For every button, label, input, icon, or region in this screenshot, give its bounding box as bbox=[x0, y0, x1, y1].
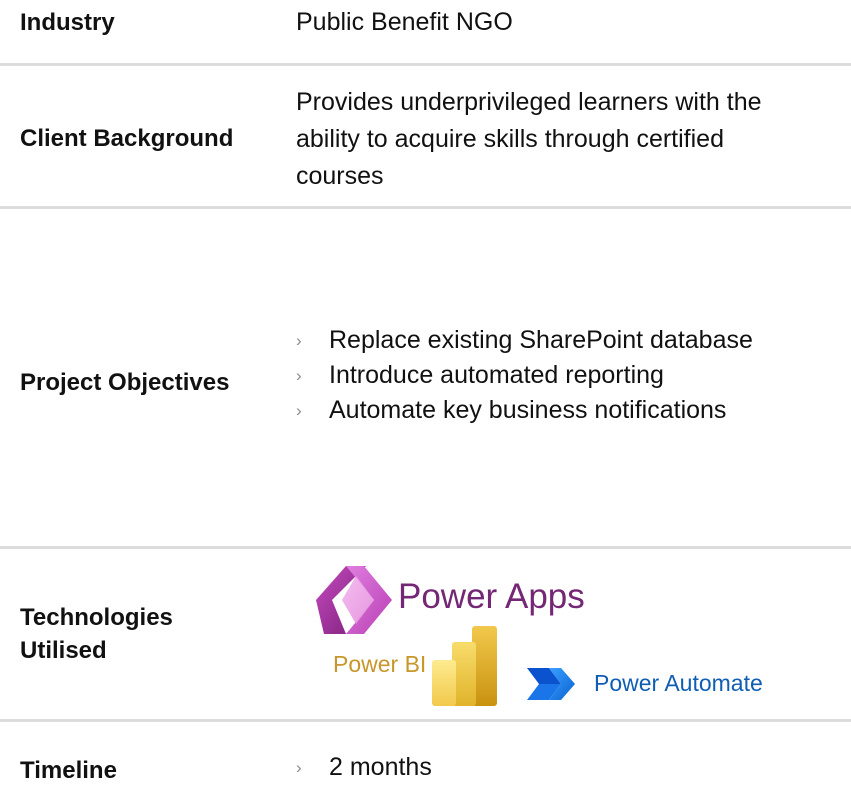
client-background-line: ability to acquire skills through certif… bbox=[296, 125, 724, 153]
power-automate-text: Power Automate bbox=[594, 670, 763, 696]
list-item: › Automate key business notifications bbox=[296, 393, 753, 428]
industry-label: Industry bbox=[20, 9, 115, 36]
list-item: › Replace existing SharePoint database bbox=[296, 323, 753, 358]
power-bi-text: Power BI bbox=[333, 651, 427, 677]
client-background-line: Provides underprivileged learners with t… bbox=[296, 88, 762, 116]
power-automate-icon bbox=[527, 668, 575, 700]
project-objectives-label: Project Objectives bbox=[20, 369, 230, 396]
divider bbox=[0, 206, 851, 209]
client-background-line: courses bbox=[296, 162, 384, 190]
technologies-label-line: Technologies bbox=[20, 604, 173, 631]
chevron-right-icon: › bbox=[296, 758, 302, 777]
divider bbox=[0, 719, 851, 722]
objective-text: Introduce automated reporting bbox=[329, 361, 664, 389]
list-item: › 2 months bbox=[296, 750, 432, 785]
chevron-right-icon: › bbox=[296, 366, 302, 385]
chevron-right-icon: › bbox=[296, 401, 302, 420]
list-item: › Introduce automated reporting bbox=[296, 358, 753, 393]
timeline-list: › 2 months bbox=[296, 750, 432, 785]
timeline-text: 2 months bbox=[329, 753, 432, 781]
chevron-right-icon: › bbox=[296, 331, 302, 350]
technologies-label: Technologies Utilised bbox=[20, 601, 173, 667]
client-background-value: Provides underprivileged learners with t… bbox=[296, 84, 762, 195]
timeline-label: Timeline bbox=[20, 757, 117, 784]
power-apps-icon bbox=[316, 566, 392, 634]
technologies-label-line: Utilised bbox=[20, 637, 107, 664]
power-apps-text: Power Apps bbox=[398, 577, 585, 616]
power-bi-icon bbox=[432, 626, 497, 706]
divider bbox=[0, 546, 851, 549]
project-objectives-list: › Replace existing SharePoint database ›… bbox=[296, 323, 753, 428]
industry-value: Public Benefit NGO bbox=[296, 8, 513, 36]
divider bbox=[0, 63, 851, 66]
objective-text: Replace existing SharePoint database bbox=[329, 326, 753, 354]
objective-text: Automate key business notifications bbox=[329, 396, 727, 424]
client-background-label: Client Background bbox=[20, 125, 234, 152]
